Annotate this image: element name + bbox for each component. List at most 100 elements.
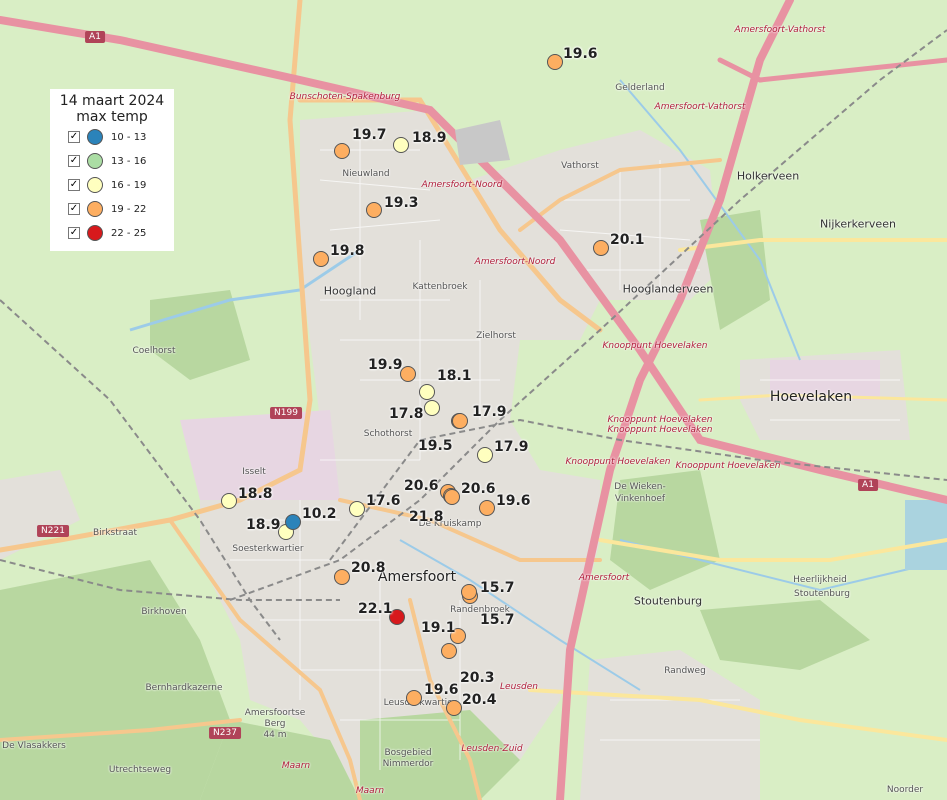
legend-range-label: 10 - 13 — [111, 131, 147, 143]
legend-swatch — [87, 129, 103, 145]
place-label: Berg — [264, 719, 286, 729]
station-marker[interactable] — [285, 514, 301, 530]
road-label: Knooppunt Hoevelaken — [565, 457, 671, 467]
legend-checkbox[interactable]: ✓ — [68, 227, 80, 239]
station-value-label: 19.1 — [421, 620, 456, 636]
road-label: Amersfoort-Vathorst — [654, 102, 746, 112]
station-value-label: 15.7 — [480, 612, 515, 628]
station-marker[interactable] — [477, 447, 493, 463]
road-label: Amersfoort-Noord — [474, 257, 556, 267]
road-label: Amersfoort — [578, 573, 630, 583]
station-marker[interactable] — [479, 500, 495, 516]
place-label: Stoutenburg — [794, 589, 850, 599]
station-value-label: 18.9 — [412, 130, 447, 146]
road-shield: A1 — [858, 479, 878, 491]
station-marker[interactable] — [441, 643, 457, 659]
legend-swatch — [87, 225, 103, 241]
station-marker[interactable] — [334, 143, 350, 159]
legend-row[interactable]: ✓ 16 - 19 — [68, 173, 168, 197]
place-label: Vinkenhoef — [614, 494, 666, 504]
place-label: Soesterkwartier — [232, 544, 304, 554]
station-marker[interactable] — [349, 501, 365, 517]
place-label: 44 m — [263, 730, 287, 740]
road-label: Knooppunt Hoevelaken — [602, 341, 708, 351]
road-label: Leusden — [500, 682, 538, 692]
station-value-label: 17.9 — [494, 439, 529, 455]
place-label: Hooglanderveen — [622, 282, 714, 296]
place-label: Kattenbroek — [412, 282, 468, 292]
place-label: Nijkerkerveen — [820, 217, 896, 231]
legend-checkbox[interactable]: ✓ — [68, 203, 80, 215]
road-label: Knooppunt Hoevelaken — [675, 461, 781, 471]
station-value-label: 20.6 — [404, 478, 439, 494]
station-marker[interactable] — [366, 202, 382, 218]
station-marker[interactable] — [221, 493, 237, 509]
station-value-label: 19.3 — [384, 195, 419, 211]
station-value-label: 19.6 — [496, 493, 531, 509]
station-value-label: 20.4 — [462, 692, 497, 708]
place-label: Gelderland — [615, 83, 665, 93]
legend-swatch — [87, 201, 103, 217]
legend-subtitle: max temp — [76, 109, 148, 125]
station-marker[interactable] — [313, 251, 329, 267]
station-value-label: 20.6 — [461, 481, 496, 497]
station-value-label: 18.8 — [238, 486, 273, 502]
station-marker[interactable] — [424, 400, 440, 416]
station-value-label: 20.1 — [610, 232, 645, 248]
place-label: Utrechtseweg — [108, 765, 172, 775]
station-marker[interactable] — [452, 413, 468, 429]
station-value-label: 21.8 — [409, 509, 444, 525]
station-value-label: 15.7 — [480, 580, 515, 596]
station-marker[interactable] — [393, 137, 409, 153]
station-marker[interactable] — [461, 584, 477, 600]
station-value-label: 18.1 — [437, 368, 472, 384]
legend-panel: 14 maart 2024 max temp ✓ 10 - 13 ✓ 13 - 16 ✓… — [50, 89, 174, 251]
legend-range-label: 16 - 19 — [111, 179, 147, 191]
place-label: Nieuwland — [342, 169, 390, 179]
station-marker[interactable] — [593, 240, 609, 256]
road-label: Maarn — [281, 761, 311, 771]
place-label: Coelhorst — [132, 346, 176, 356]
place-label: Isselt — [242, 467, 266, 477]
legend-checkbox[interactable]: ✓ — [68, 155, 80, 167]
legend-row[interactable]: ✓ 13 - 16 — [68, 149, 168, 173]
legend-row[interactable]: ✓ 22 - 25 — [68, 221, 168, 245]
station-value-label: 22.1 — [358, 601, 393, 617]
station-value-label: 19.6 — [424, 682, 459, 698]
legend-row[interactable]: ✓ 10 - 13 — [68, 125, 168, 149]
station-marker[interactable] — [419, 384, 435, 400]
station-marker[interactable] — [406, 690, 422, 706]
road-label: Bunschoten-Spakenburg — [289, 92, 401, 102]
station-marker[interactable] — [446, 700, 462, 716]
legend-checkbox[interactable]: ✓ — [68, 179, 80, 191]
station-value-label: 17.6 — [366, 493, 401, 509]
legend-checkbox[interactable]: ✓ — [68, 131, 80, 143]
place-label: Birkstraat — [92, 528, 138, 538]
road-label: Knooppunt Hoevelaken — [607, 425, 713, 435]
water-body — [905, 500, 947, 570]
legend-range-label: 13 - 16 — [111, 155, 147, 167]
legend-title: 14 maart 2024 — [59, 93, 165, 109]
station-value-label: 19.6 — [563, 46, 598, 62]
station-value-label: 19.7 — [352, 127, 387, 143]
place-label: Nimmerdor — [382, 759, 434, 769]
station-value-label: 18.9 — [246, 517, 281, 533]
station-value-label: 17.8 — [389, 406, 424, 422]
place-label: Birkhoven — [141, 607, 187, 617]
place-label: Holkerveen — [736, 169, 800, 183]
place-label: De Vlasakkers — [2, 741, 66, 751]
place-label: Bosgebied — [384, 748, 432, 758]
place-label: De Wieken- — [614, 482, 666, 492]
station-marker[interactable] — [444, 489, 460, 505]
place-label: Stoutenburg — [633, 594, 703, 608]
legend-row[interactable]: ✓ 19 - 22 — [68, 197, 168, 221]
place-label: Bernhardkazerne — [145, 683, 223, 693]
place-label: Hoogland — [323, 284, 377, 298]
station-marker[interactable] — [334, 569, 350, 585]
station-value-label: 17.9 — [472, 404, 507, 420]
place-label: Zielhorst — [476, 331, 516, 341]
station-value-label: 20.3 — [460, 670, 495, 686]
road-shield: A1 — [85, 31, 105, 43]
place-label: Hoevelaken — [769, 389, 853, 405]
station-marker[interactable] — [547, 54, 563, 70]
